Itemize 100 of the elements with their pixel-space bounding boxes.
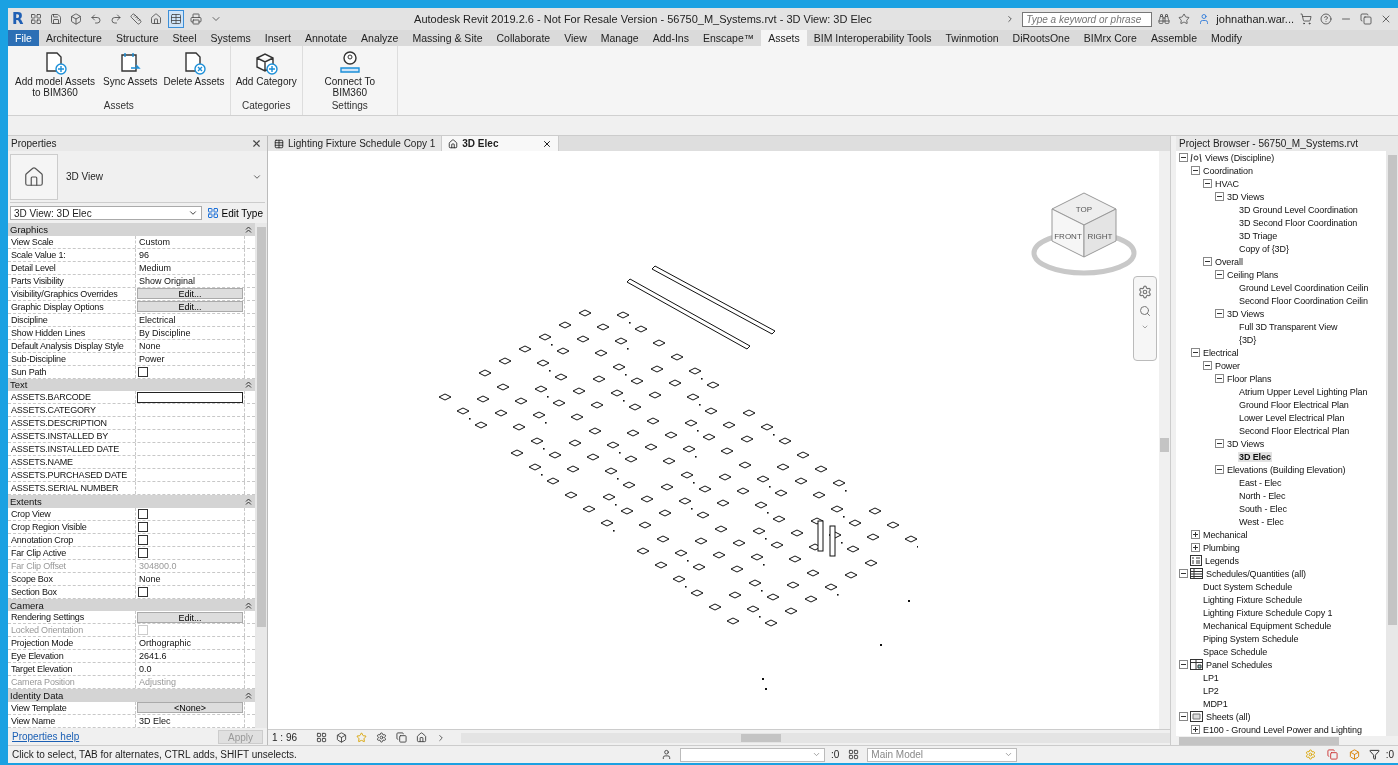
filter-icon[interactable] xyxy=(1368,749,1380,760)
ribbon-tab[interactable]: Systems xyxy=(203,30,258,46)
collapse-icon[interactable] xyxy=(1215,465,1224,474)
collapse-icon[interactable] xyxy=(1191,166,1200,175)
tree-item[interactable]: Plumbing xyxy=(1202,542,1241,553)
restore-icon[interactable] xyxy=(1358,10,1374,28)
checkbox[interactable] xyxy=(138,547,148,558)
scrollbar[interactable] xyxy=(461,732,1170,743)
ribbon-tab[interactable]: Architecture xyxy=(38,30,109,46)
collapse-icon[interactable] xyxy=(1215,270,1224,279)
tree-item[interactable]: Sheets (all) xyxy=(1205,711,1252,722)
property-value[interactable]: By Discipline xyxy=(137,326,191,339)
scrollbar[interactable] xyxy=(1159,151,1170,729)
tree-item[interactable]: 3D Views xyxy=(1226,191,1266,202)
ribbon-tab[interactable]: Assets xyxy=(761,30,807,46)
edit-type-button[interactable]: Edit Type xyxy=(205,207,265,219)
ribbon-tab[interactable]: Twinmotion xyxy=(938,30,1006,46)
collapse-icon[interactable] xyxy=(1203,179,1212,188)
table-icon[interactable] xyxy=(167,10,184,28)
tree-item[interactable]: {3D} xyxy=(1238,334,1258,345)
property-value[interactable]: 96 xyxy=(137,248,149,261)
ribbon-button[interactable]: Delete Assets xyxy=(160,48,228,89)
close-icon[interactable] xyxy=(542,138,553,149)
tree-item[interactable]: Mechanical Equipment Schedule xyxy=(1202,620,1333,631)
property-value[interactable]: 0.0 xyxy=(137,663,152,676)
tree-item[interactable]: Ceiling Plans xyxy=(1226,269,1280,280)
ribbon-button[interactable]: Add Category xyxy=(232,48,300,89)
cart-icon[interactable] xyxy=(1298,10,1314,28)
ribbon-tab[interactable]: Insert xyxy=(257,30,299,46)
tree-item[interactable]: Coordination xyxy=(1202,165,1254,176)
tree-item[interactable]: Lighting Fixture Schedule xyxy=(1202,594,1304,605)
checkbox[interactable] xyxy=(138,521,148,532)
edit-button[interactable]: Edit... xyxy=(137,301,243,313)
property-value[interactable]: Show Original xyxy=(137,274,196,287)
tree-item[interactable]: 3D Ground Level Coordination xyxy=(1238,204,1359,215)
tree-item[interactable]: 3D Second Floor Coordination xyxy=(1238,217,1359,228)
tree-item[interactable]: West - Elec xyxy=(1238,516,1285,527)
checkbox[interactable] xyxy=(138,586,148,597)
help-link[interactable]: Properties help xyxy=(12,731,80,742)
ribbon-button[interactable]: Add model Assets to BIM360 xyxy=(10,48,100,100)
ribbon-tab[interactable]: Manage xyxy=(593,30,646,46)
tree-item[interactable]: 3D Views xyxy=(1226,308,1266,319)
tree-item[interactable]: South - Elec xyxy=(1238,503,1288,514)
expand-icon[interactable] xyxy=(1191,543,1200,552)
property-value[interactable]: Power xyxy=(137,352,165,365)
input-field[interactable] xyxy=(137,391,243,403)
tree-item[interactable]: Lower Level Electrical Plan xyxy=(1238,412,1346,423)
help-icon[interactable] xyxy=(1318,10,1334,28)
group-header[interactable]: Camera xyxy=(10,599,44,611)
tree-item[interactable]: Second Floor Coordination Ceilin xyxy=(1238,295,1369,306)
tree-item[interactable]: 3D Elec xyxy=(1238,451,1272,462)
ribbon-button[interactable]: Sync Assets xyxy=(100,48,161,89)
tree-item[interactable]: Space Schedule xyxy=(1202,646,1269,657)
tree-item[interactable]: Elevations (Building Elevation) xyxy=(1226,464,1347,475)
tree-item[interactable]: Copy of {3D} xyxy=(1238,243,1290,254)
expand-icon[interactable] xyxy=(1191,530,1200,539)
collapse-icon[interactable] xyxy=(1215,374,1224,383)
ruler-icon[interactable] xyxy=(127,10,144,28)
ribbon-tab[interactable]: Assemble xyxy=(1143,30,1204,46)
tree-item[interactable]: Lighting Fixture Schedule Copy 1 xyxy=(1202,607,1334,618)
collapse-icon[interactable] xyxy=(1203,257,1212,266)
tree-item[interactable]: LP1 xyxy=(1202,672,1220,683)
ribbon-tab[interactable]: Structure xyxy=(108,30,166,46)
tree-item[interactable]: Panel Schedules xyxy=(1205,659,1274,670)
tree-item[interactable]: LP2 xyxy=(1202,685,1220,696)
edit-button[interactable]: Edit... xyxy=(137,288,243,300)
caret-icon[interactable] xyxy=(188,208,199,218)
edit-button[interactable]: Edit... xyxy=(137,611,243,623)
user-name[interactable]: johnathan.war... xyxy=(1216,13,1294,25)
checkbox[interactable] xyxy=(138,366,148,377)
collapse-icon[interactable] xyxy=(1203,361,1212,370)
tree-item[interactable]: Piping System Schedule xyxy=(1202,633,1300,644)
tree-item[interactable]: Overall xyxy=(1214,256,1244,267)
tree-item[interactable]: E100 - Ground Level Power and Lighting xyxy=(1202,724,1363,735)
collapse-icon[interactable] xyxy=(1179,712,1188,721)
tree-item[interactable]: Duct System Schedule xyxy=(1202,581,1294,592)
tree-item[interactable]: Mechanical xyxy=(1202,529,1249,540)
collapse-icon[interactable] xyxy=(1179,153,1188,162)
collapse-icon[interactable] xyxy=(1215,192,1224,201)
tree-item[interactable]: Ground Floor Electrical Plan xyxy=(1238,399,1350,410)
property-value[interactable]: Medium xyxy=(137,261,171,274)
tree-item[interactable]: Views (Discipline) xyxy=(1204,152,1276,163)
group-header[interactable]: Extents xyxy=(10,496,42,507)
tree-item[interactable]: 3D Triage xyxy=(1238,230,1279,241)
navigation-bar[interactable] xyxy=(1133,276,1157,361)
scrollbar[interactable] xyxy=(1176,736,1398,745)
checkbox[interactable] xyxy=(138,508,148,519)
property-value[interactable]: Electrical xyxy=(137,313,176,326)
tree-item[interactable]: Second Floor Electrical Plan xyxy=(1238,425,1351,436)
collapse-icon[interactable] xyxy=(1179,569,1188,578)
edit-button[interactable]: <None> xyxy=(137,702,243,714)
tree-item[interactable]: Full 3D Transparent View xyxy=(1238,321,1339,332)
instance-select[interactable]: 3D View: 3D Elec xyxy=(10,206,203,220)
ribbon-tab[interactable]: View xyxy=(557,30,594,46)
view-scale[interactable]: 1 : 96 xyxy=(272,732,298,743)
ribbon-tab[interactable]: Collaborate xyxy=(489,30,558,46)
document-tab[interactable]: 3D Elec xyxy=(442,136,560,151)
property-value[interactable]: None xyxy=(137,339,161,352)
tree-item[interactable]: Ground Level Coordination Ceilin xyxy=(1238,282,1370,293)
tree-item[interactable]: MDP1 xyxy=(1202,698,1229,709)
